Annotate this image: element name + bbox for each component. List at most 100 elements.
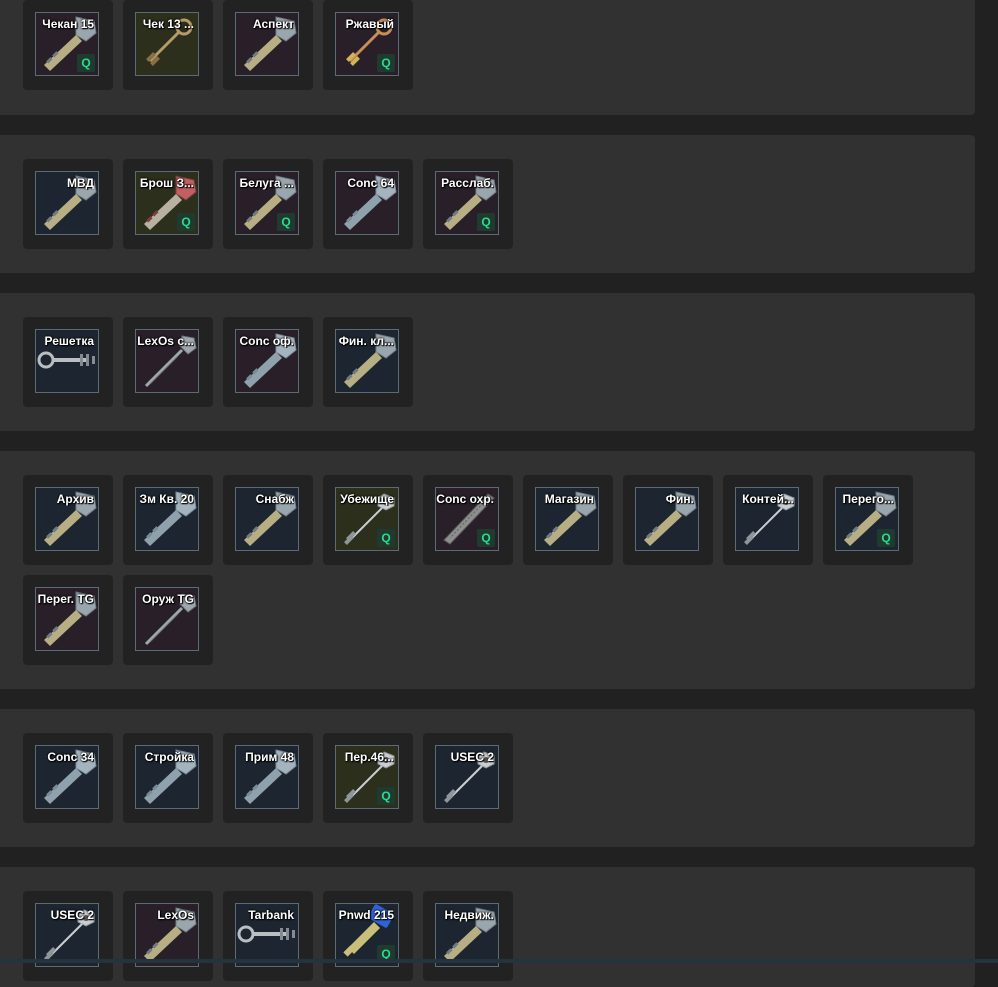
- key-icon: Прим 48: [235, 745, 299, 809]
- key-tile-контей[interactable]: Контей...: [723, 475, 813, 565]
- key-group: USEC 2 LexOs Tarbank Pnwd 215 Q Недвиж.: [0, 867, 975, 987]
- key-label: Conc охр.: [436, 492, 494, 506]
- key-tile-прим-48[interactable]: Прим 48: [223, 733, 313, 823]
- key-tile-conc-64[interactable]: Conc 64: [323, 159, 413, 249]
- key-tile-белуга[interactable]: Белуга ... Q: [223, 159, 313, 249]
- key-icon: Conc 34: [35, 745, 99, 809]
- quest-badge: Q: [177, 213, 195, 231]
- key-label: LexOs: [157, 908, 194, 922]
- key-label: Снабж: [255, 492, 294, 506]
- key-tile-lexos[interactable]: LexOs: [123, 891, 213, 981]
- key-group: Conc 34 Стройка Прим 48 Пер.46... Q USEC …: [0, 709, 975, 847]
- key-tile-пер-46[interactable]: Пер.46... Q: [323, 733, 413, 823]
- key-tile-мвд[interactable]: МВД: [23, 159, 113, 249]
- key-icon: USEC 2: [435, 745, 499, 809]
- key-label: Белуга ...: [239, 176, 294, 190]
- key-icon: Пер.46... Q: [335, 745, 399, 809]
- key-label: Расслаб.: [441, 176, 494, 190]
- key-label: Зм Кв. 20: [139, 492, 194, 506]
- key-icon: LexOs c...: [135, 329, 199, 393]
- key-icon: Фин. кл...: [335, 329, 399, 393]
- key-tile-чек-13[interactable]: Чек 13 ...: [123, 0, 213, 90]
- key-tile-недвиж[interactable]: Недвиж.: [423, 891, 513, 981]
- key-tile-pnwd-215[interactable]: Pnwd 215 Q: [323, 891, 413, 981]
- key-icon: Недвиж.: [435, 903, 499, 967]
- key-label: Прим 48: [245, 750, 294, 764]
- key-tile-фин[interactable]: Фин.: [623, 475, 713, 565]
- key-icon: Перего... Q: [835, 487, 899, 551]
- key-tile-стройка[interactable]: Стройка: [123, 733, 213, 823]
- key-label: USEC 2: [450, 750, 494, 764]
- key-icon: МВД: [35, 171, 99, 235]
- key-tile-usec-2[interactable]: USEC 2: [23, 891, 113, 981]
- key-tile-lexos-c[interactable]: LexOs c...: [123, 317, 213, 407]
- key-icon: Conc охр. Q: [435, 487, 499, 551]
- key-icon: Фин.: [635, 487, 699, 551]
- key-tile-убежище[interactable]: Убежище Q: [323, 475, 413, 565]
- key-icon: Убежище Q: [335, 487, 399, 551]
- key-icon: Брош З... Q: [135, 171, 199, 235]
- key-tile-решетка[interactable]: Решетка: [23, 317, 113, 407]
- key-tile-архив[interactable]: Архив: [23, 475, 113, 565]
- key-tile-перего[interactable]: Перего... Q: [823, 475, 913, 565]
- key-icon: Оруж TG: [135, 587, 199, 651]
- key-icon: Зм Кв. 20: [135, 487, 199, 551]
- quest-badge: Q: [477, 529, 495, 547]
- key-tile-перег-tg[interactable]: Перег. TG: [23, 575, 113, 665]
- quest-badge: Q: [477, 213, 495, 231]
- key-label: Pnwd 215: [338, 908, 394, 922]
- key-tile-снабж[interactable]: Снабж: [223, 475, 313, 565]
- key-icon: Расслаб. Q: [435, 171, 499, 235]
- key-group: Решетка LexOs c... Conc оф. Фин. кл...: [0, 293, 975, 431]
- key-tile-чекан-15[interactable]: Чекан 15 Q: [23, 0, 113, 90]
- key-tile-магазин[interactable]: Магазин: [523, 475, 613, 565]
- key-tile-брош-з[interactable]: Брош З... Q: [123, 159, 213, 249]
- key-label: Чек 13 ...: [142, 17, 194, 31]
- key-icon: Ржавый Q: [335, 12, 399, 76]
- key-label: Фин. кл...: [338, 334, 394, 348]
- key-icon: Снабж: [235, 487, 299, 551]
- key-tile-зм-кв-20[interactable]: Зм Кв. 20: [123, 475, 213, 565]
- quest-badge: Q: [77, 54, 95, 72]
- key-icon: Аспект: [235, 12, 299, 76]
- key-label: Чекан 15: [42, 17, 94, 31]
- key-label: Пер.46...: [344, 750, 394, 764]
- key-icon: USEC 2: [35, 903, 99, 967]
- key-label: Conc 34: [47, 750, 94, 764]
- quest-badge: Q: [377, 529, 395, 547]
- key-label: LexOs c...: [137, 334, 194, 348]
- key-tile-ржавый[interactable]: Ржавый Q: [323, 0, 413, 90]
- key-icon: LexOs: [135, 903, 199, 967]
- key-icon: Conc оф.: [235, 329, 299, 393]
- quest-badge: Q: [277, 213, 295, 231]
- key-tile-usec-2[interactable]: USEC 2: [423, 733, 513, 823]
- key-label: МВД: [66, 176, 94, 190]
- key-group: Чекан 15 Q Чек 13 ... Аспект Ржавый Q: [0, 0, 975, 115]
- key-tile-фин-кл[interactable]: Фин. кл...: [323, 317, 413, 407]
- key-tile-оруж-tg[interactable]: Оруж TG: [123, 575, 213, 665]
- key-tile-tarbank[interactable]: Tarbank: [223, 891, 313, 981]
- key-label: Стройка: [144, 750, 194, 764]
- key-icon: Контей...: [735, 487, 799, 551]
- key-label: USEC 2: [50, 908, 94, 922]
- key-label: Решетка: [44, 334, 94, 348]
- quest-badge: Q: [877, 529, 895, 547]
- key-label: Брош З...: [139, 176, 194, 190]
- key-tile-аспект[interactable]: Аспект: [223, 0, 313, 90]
- key-label: Контей...: [742, 492, 794, 506]
- key-tile-расслаб[interactable]: Расслаб. Q: [423, 159, 513, 249]
- key-label: Аспект: [253, 17, 294, 31]
- key-tile-conc-охр[interactable]: Conc охр. Q: [423, 475, 513, 565]
- key-icon: Белуга ... Q: [235, 171, 299, 235]
- key-icon: Решетка: [35, 329, 99, 393]
- key-icon: Магазин: [535, 487, 599, 551]
- bottom-scroll-edge: [0, 959, 998, 963]
- key-tile-conc-оф[interactable]: Conc оф.: [223, 317, 313, 407]
- key-label: Перего...: [842, 492, 894, 506]
- key-group: Архив Зм Кв. 20 Снабж Убежище Q Conc охр.…: [0, 451, 975, 689]
- key-tile-conc-34[interactable]: Conc 34: [23, 733, 113, 823]
- quest-badge: Q: [377, 54, 395, 72]
- quest-badge: Q: [377, 787, 395, 805]
- key-icon: Чек 13 ...: [135, 12, 199, 76]
- key-label: Ржавый: [345, 17, 394, 31]
